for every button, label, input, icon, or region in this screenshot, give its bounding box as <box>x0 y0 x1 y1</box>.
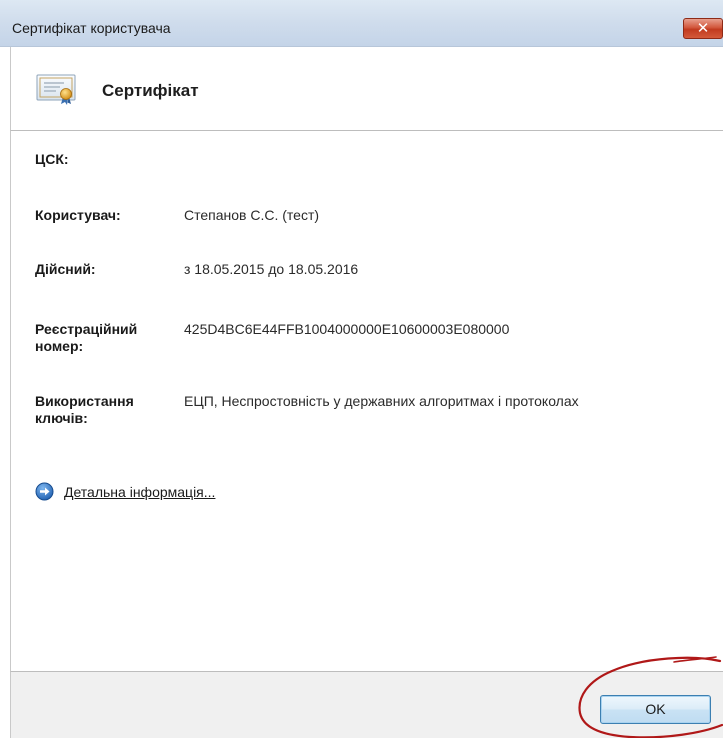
reg-number-label-line1: Реєстраційний <box>35 321 138 337</box>
reg-number-value: 425D4BC6E44FFB1004000000E10600003E080000 <box>184 321 510 337</box>
close-button[interactable]: ✕ <box>683 18 723 39</box>
reg-number-label-line2: номер: <box>35 338 84 354</box>
user-label: Користувач: <box>35 207 121 223</box>
key-usage-value: ЕЦП, Неспростовність у державних алгорит… <box>184 393 579 409</box>
close-icon: ✕ <box>696 19 710 37</box>
key-usage-label: Використання ключів: <box>35 393 175 427</box>
certificate-dialog: Сертифікат користувача ✕ Сертифікат ЦСК:… <box>0 0 723 738</box>
key-usage-label-line1: Використання <box>35 393 134 409</box>
dialog-header: Сертифікат <box>10 47 723 131</box>
ok-button-label: OK <box>645 701 666 717</box>
arrow-right-circle-icon <box>35 482 54 501</box>
certificate-icon <box>36 74 76 105</box>
reg-number-label: Реєстраційний номер: <box>35 321 175 355</box>
user-value: Степанов С.С. (тест) <box>184 207 320 223</box>
validity-value: з 18.05.2015 до 18.05.2016 <box>184 261 359 277</box>
details-link-text[interactable]: Детальна інформація... <box>64 484 215 500</box>
dialog-heading: Сертифікат <box>102 81 199 100</box>
ok-button[interactable]: OK <box>600 695 711 724</box>
dialog-footer: OK <box>10 671 723 738</box>
key-usage-label-line2: ключів: <box>35 410 88 426</box>
title-bar[interactable]: Сертифікат користувача ✕ <box>0 0 723 47</box>
validity-label: Дійсний: <box>35 261 96 277</box>
certificate-details: ЦСК: Користувач: Степанов С.С. (тест) Ді… <box>10 131 723 671</box>
window-title: Сертифікат користувача <box>12 20 171 36</box>
csk-label: ЦСК: <box>35 151 69 167</box>
